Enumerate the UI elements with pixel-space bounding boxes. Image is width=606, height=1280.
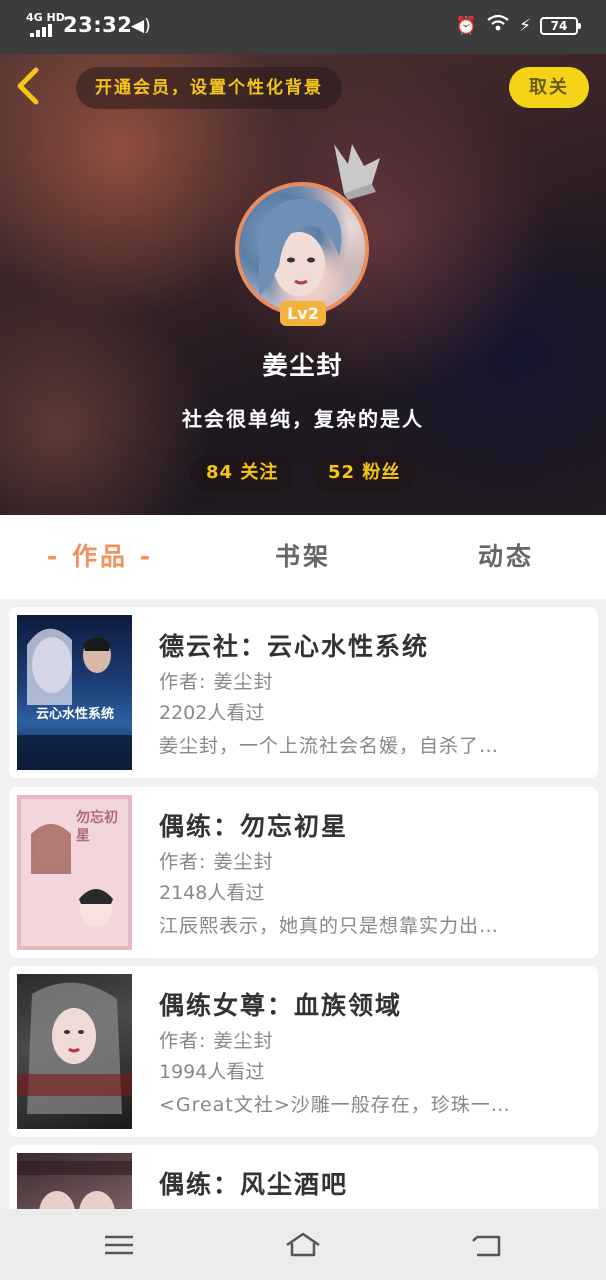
battery-icon: 74: [540, 16, 581, 35]
tab-marker-right: -: [139, 542, 154, 571]
work-title: 德云社：云心水性系统: [159, 632, 430, 661]
back-nav-icon[interactable]: [467, 1229, 507, 1261]
alarm-icon: ⏰: [455, 15, 478, 36]
unfollow-button[interactable]: 取关: [509, 67, 589, 108]
book-cover: [17, 974, 132, 1129]
charging-icon: ⚡: [519, 15, 531, 36]
back-button[interactable]: [14, 66, 54, 110]
work-views: 2148人看过: [159, 882, 265, 904]
work-card[interactable]: 偶练：风尘酒吧: [9, 1145, 598, 1209]
work-views: 1994人看过: [159, 1061, 265, 1083]
profile-header: 4G HD 23:32 ◀) ⏰ ⚡ 74 开通会员，设置个性化背景 取关 Lv…: [0, 0, 606, 515]
profile-page: 4G HD 23:32 ◀) ⏰ ⚡ 74 开通会员，设置个性化背景 取关 Lv…: [0, 0, 606, 1280]
volume-icon: ◀): [131, 16, 151, 36]
network-indicator: 4G HD: [26, 11, 65, 24]
signal-icon: [30, 24, 54, 37]
menu-icon[interactable]: [99, 1229, 139, 1261]
chevron-left-icon: [17, 67, 39, 105]
following-count[interactable]: 84 关注: [190, 455, 295, 491]
work-views: 2202人看过: [159, 702, 265, 724]
home-icon[interactable]: [283, 1229, 323, 1261]
cover-title: 勿忘初星: [76, 810, 118, 844]
work-author: 作者: 姜尘封: [159, 1030, 274, 1052]
tab-activity[interactable]: 动态: [446, 515, 566, 599]
work-title: 偶练：风尘酒吧: [159, 1170, 349, 1199]
tab-label: 书架: [274, 542, 331, 571]
tab-marker-left: -: [46, 542, 61, 571]
followers-count[interactable]: 52 粉丝: [312, 455, 417, 491]
status-bar: 4G HD 23:32 ◀) ⏰ ⚡ 74: [0, 0, 606, 54]
work-title: 偶练：勿忘初星: [159, 812, 349, 841]
user-bio: 社会很单纯，复杂的是人: [182, 407, 424, 431]
work-author: 作者: 姜尘封: [159, 671, 274, 693]
work-card[interactable]: 云心水性系统 德云社：云心水性系统 作者: 姜尘封 2202人看过 姜尘封，一个…: [9, 607, 598, 778]
user-name: 姜尘封: [262, 351, 344, 380]
avatar[interactable]: [235, 182, 369, 316]
work-description: 江辰熙表示，她真的只是想靠实力出…: [159, 915, 500, 937]
vip-background-prompt[interactable]: 开通会员，设置个性化背景: [76, 67, 342, 109]
level-badge: Lv2: [280, 301, 326, 326]
work-card[interactable]: 勿忘初星 偶练：勿忘初星 作者: 姜尘封 2148人看过 江辰熙表示，她真的只是…: [9, 787, 598, 958]
work-description: 姜尘封，一个上流社会名媛，自杀了…: [159, 735, 500, 757]
system-navigation-bar: [0, 1209, 606, 1280]
clock: 23:32: [63, 13, 133, 37]
cover-title: 云心水性系统: [35, 707, 114, 722]
tab-label: 动态: [477, 542, 534, 571]
work-title: 偶练女尊：血族领域: [159, 991, 403, 1020]
book-cover: 云心水性系统: [17, 615, 132, 770]
work-description: <Great文社>沙雕一般存在，珍珠一…: [159, 1094, 511, 1116]
work-author: 作者: 姜尘封: [159, 851, 274, 873]
tab-works[interactable]: - 作品 -: [40, 515, 160, 599]
tab-bookshelf[interactable]: 书架: [243, 515, 363, 599]
works-list: 云心水性系统 德云社：云心水性系统 作者: 姜尘封 2202人看过 姜尘封，一个…: [0, 599, 606, 1209]
wifi-icon: [486, 14, 510, 37]
work-card[interactable]: 偶练女尊：血族领域 作者: 姜尘封 1994人看过 <Great文社>沙雕一般存…: [9, 966, 598, 1137]
book-cover: [17, 1153, 132, 1209]
profile-tabs: - 作品 - 书架 动态: [0, 515, 606, 599]
tab-label: 作品: [71, 542, 128, 571]
book-cover: 勿忘初星: [17, 795, 132, 950]
